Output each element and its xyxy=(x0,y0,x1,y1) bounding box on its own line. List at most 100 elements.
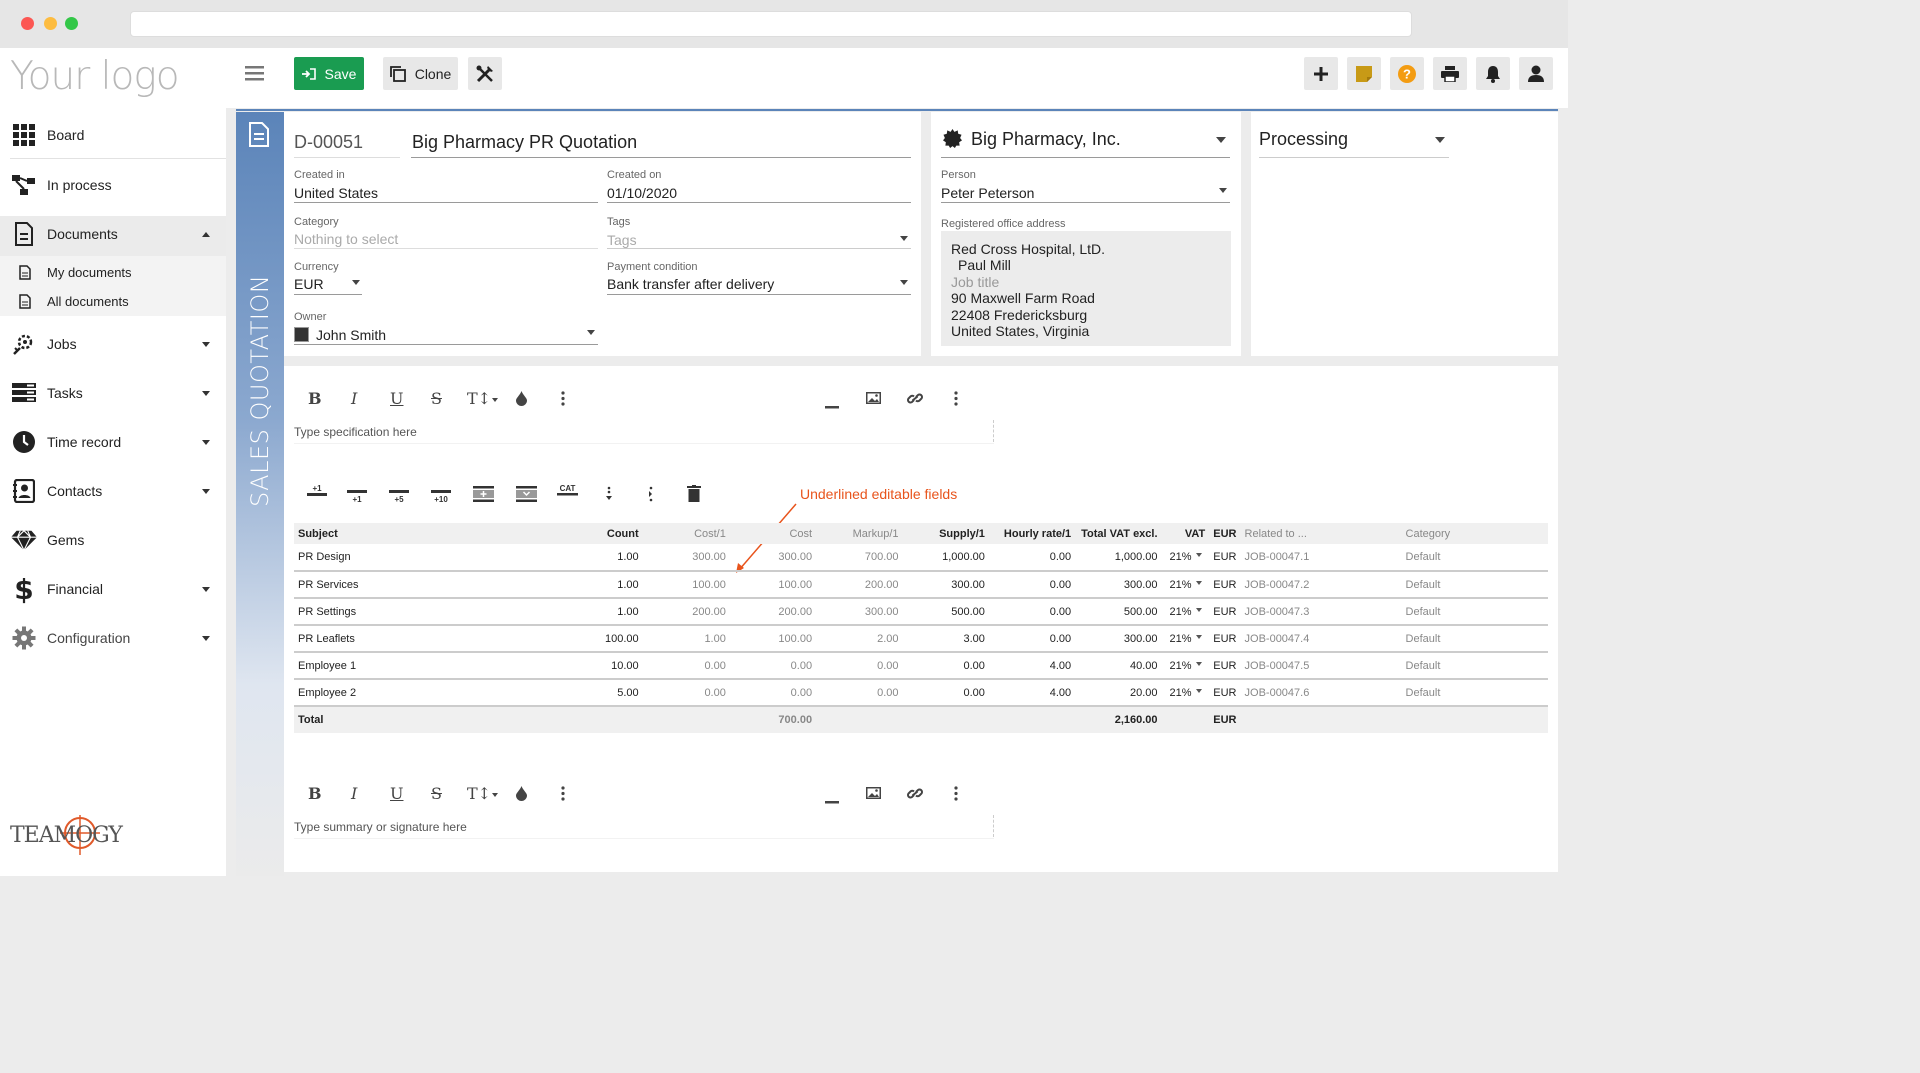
cost-per-unit-cell[interactable]: 0.00 xyxy=(642,679,730,707)
subject-cell[interactable]: PR Leaflets xyxy=(294,625,521,653)
hourly-rate-cell[interactable]: 0.00 xyxy=(988,625,1076,653)
add-button[interactable] xyxy=(1304,57,1338,90)
company-select[interactable]: Big Pharmacy, Inc. xyxy=(971,129,1121,150)
clone-button[interactable]: Clone xyxy=(383,57,458,90)
category-cell[interactable]: Default xyxy=(1401,544,1548,572)
count-cell[interactable]: 1.00 xyxy=(520,571,643,599)
vat-select[interactable]: 21% xyxy=(1161,679,1210,707)
add-5-rows-icon[interactable]: +5 xyxy=(389,490,409,506)
column-header[interactable]: Cost xyxy=(729,523,817,544)
category-cell[interactable]: Default xyxy=(1401,625,1548,653)
markup-cell[interactable]: 700.00 xyxy=(816,544,903,572)
category-row-icon[interactable]: CAT xyxy=(557,484,578,500)
column-header[interactable]: Subject xyxy=(294,523,521,544)
column-header[interactable]: Hourly rate/1 xyxy=(988,523,1076,544)
text-style-button[interactable]: T↕ xyxy=(467,389,499,408)
column-header[interactable]: VAT xyxy=(1161,523,1210,544)
underline-button[interactable]: U xyxy=(390,389,403,408)
more-vertical-icon[interactable] xyxy=(561,786,565,804)
tools-button[interactable] xyxy=(468,57,502,90)
subject-cell[interactable]: Employee 2 xyxy=(294,679,521,707)
related-to-cell[interactable]: JOB-00047.5 xyxy=(1240,652,1402,680)
created-in-field[interactable]: United States xyxy=(294,185,378,201)
column-header[interactable]: Markup/1 xyxy=(816,523,903,544)
subject-cell[interactable]: PR Settings xyxy=(294,598,521,626)
more-vertical-icon[interactable] xyxy=(954,391,958,409)
notifications-button[interactable] xyxy=(1476,57,1510,90)
summary-input[interactable]: Type summary or signature here xyxy=(294,820,467,834)
cost-per-unit-cell[interactable]: 0.00 xyxy=(642,652,730,680)
vat-select[interactable]: 21% xyxy=(1161,571,1210,599)
markup-cell[interactable]: 2.00 xyxy=(816,625,903,653)
column-header[interactable]: EUR xyxy=(1209,523,1241,544)
status-select[interactable]: Processing xyxy=(1259,129,1348,150)
help-button[interactable]: ? xyxy=(1390,57,1424,90)
menu-toggle-button[interactable] xyxy=(245,65,264,81)
column-header[interactable]: Count xyxy=(520,523,643,544)
print-button[interactable] xyxy=(1433,57,1467,90)
expand-rows-icon[interactable] xyxy=(606,486,612,504)
sidebar-item-contacts[interactable]: Contacts xyxy=(0,478,226,504)
sidebar-item-board[interactable]: Board xyxy=(0,122,226,148)
count-cell[interactable]: 1.00 xyxy=(520,598,643,626)
sidebar-item-documents[interactable]: Documents xyxy=(0,221,226,247)
address-bar[interactable] xyxy=(130,11,1412,37)
category-cell[interactable]: Default xyxy=(1401,679,1548,707)
hourly-rate-cell[interactable]: 4.00 xyxy=(988,679,1076,707)
address-box[interactable]: Red Cross Hospital, LtD. Paul Mill Job t… xyxy=(941,231,1231,346)
sidebar-item-gems[interactable]: Gems xyxy=(0,527,226,553)
more-vertical-icon[interactable] xyxy=(954,786,958,804)
column-header[interactable]: Supply/1 xyxy=(902,523,989,544)
related-to-cell[interactable]: JOB-00047.1 xyxy=(1240,544,1402,572)
bold-button[interactable]: B xyxy=(308,389,322,408)
count-cell[interactable]: 1.00 xyxy=(520,544,643,572)
column-header[interactable]: Total VAT excl. xyxy=(1075,523,1162,544)
subject-cell[interactable]: PR Design xyxy=(294,544,521,572)
related-to-cell[interactable]: JOB-00047.2 xyxy=(1240,571,1402,599)
save-button[interactable]: Save xyxy=(294,57,364,90)
profile-button[interactable] xyxy=(1519,57,1553,90)
vat-select[interactable]: 21% xyxy=(1161,625,1210,653)
sidebar-item-financial[interactable]: $ Financial xyxy=(0,573,226,606)
markup-cell[interactable]: 300.00 xyxy=(816,598,903,626)
markup-cell[interactable]: 200.00 xyxy=(816,571,903,599)
subject-cell[interactable]: Employee 1 xyxy=(294,652,521,680)
related-to-cell[interactable]: JOB-00047.3 xyxy=(1240,598,1402,626)
link-icon[interactable] xyxy=(907,786,923,804)
more-vertical-icon[interactable] xyxy=(648,486,654,505)
related-to-cell[interactable]: JOB-00047.4 xyxy=(1240,625,1402,653)
underline-button[interactable]: U xyxy=(390,784,403,803)
hourly-rate-cell[interactable]: 0.00 xyxy=(988,544,1076,572)
strikethrough-button[interactable]: S xyxy=(431,389,442,408)
document-title-input[interactable]: Big Pharmacy PR Quotation xyxy=(412,132,637,153)
supply-cell[interactable]: 500.00 xyxy=(902,598,989,626)
count-cell[interactable]: 100.00 xyxy=(520,625,643,653)
vat-select[interactable]: 21% xyxy=(1161,652,1210,680)
vat-select[interactable]: 21% xyxy=(1161,544,1210,572)
color-drop-icon[interactable] xyxy=(516,786,527,804)
insert-row-icon[interactable] xyxy=(473,486,494,502)
specification-input[interactable]: Type specification here xyxy=(294,425,417,439)
category-select[interactable]: Nothing to select xyxy=(294,231,398,247)
sidebar-item-in-process[interactable]: In process xyxy=(0,172,226,198)
add-row-icon[interactable]: +1 xyxy=(347,490,367,506)
currency-select[interactable]: EUR xyxy=(294,276,324,292)
supply-cell[interactable]: 300.00 xyxy=(902,571,989,599)
column-header[interactable]: Related to ... xyxy=(1240,523,1402,544)
sidebar-item-tasks[interactable]: Tasks xyxy=(0,380,226,406)
cost-per-unit-cell[interactable]: 300.00 xyxy=(642,544,730,572)
owner-select[interactable]: John Smith xyxy=(316,327,386,343)
count-cell[interactable]: 5.00 xyxy=(520,679,643,707)
more-vertical-icon[interactable] xyxy=(561,391,565,409)
maximize-window-dot[interactable] xyxy=(65,17,78,30)
cost-per-unit-cell[interactable]: 200.00 xyxy=(642,598,730,626)
category-cell[interactable]: Default xyxy=(1401,598,1548,626)
person-select[interactable]: Peter Peterson xyxy=(941,185,1034,201)
cost-per-unit-cell[interactable]: 1.00 xyxy=(642,625,730,653)
subject-cell[interactable]: PR Services xyxy=(294,571,521,599)
horizontal-rule-icon[interactable] xyxy=(825,792,839,807)
sidebar-item-my-documents[interactable]: My documents xyxy=(0,262,226,282)
payment-condition-select[interactable]: Bank transfer after delivery xyxy=(607,276,774,292)
supply-cell[interactable]: 0.00 xyxy=(902,679,989,707)
notes-button[interactable] xyxy=(1347,57,1381,90)
